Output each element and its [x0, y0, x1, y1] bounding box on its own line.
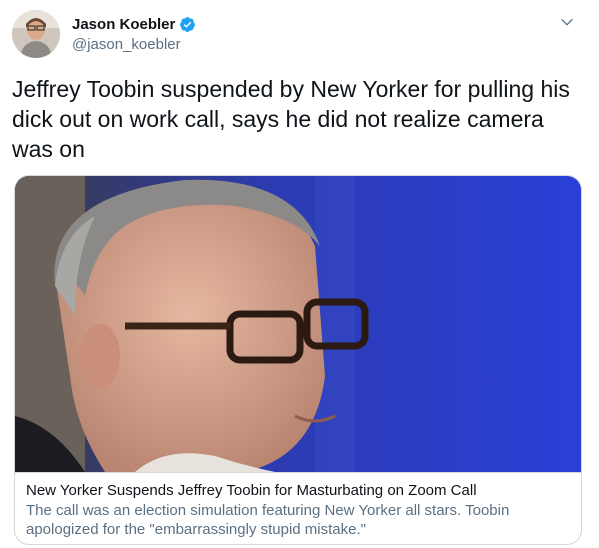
chevron-down-icon[interactable] — [559, 14, 575, 30]
card-title: New Yorker Suspends Jeffrey Toobin for M… — [26, 482, 477, 499]
verified-badge-icon — [180, 16, 196, 32]
tweet-header: Jason Koebler @jason_koebler — [12, 10, 587, 58]
avatar-photo — [12, 10, 60, 58]
link-card[interactable]: New Yorker Suspends Jeffrey Toobin for M… — [14, 175, 582, 545]
card-description: The call was an election simulation feat… — [26, 502, 510, 538]
tweet-text: Jeffrey Toobin suspended by New Yorker f… — [12, 76, 570, 162]
display-name-row: Jason Koebler — [72, 13, 196, 35]
author-display-name[interactable]: Jason Koebler — [72, 16, 175, 33]
author-names: Jason Koebler @jason_koebler — [72, 13, 196, 53]
article-photo — [15, 176, 581, 472]
card-image — [15, 176, 581, 472]
card-body: New Yorker Suspends Jeffrey Toobin for M… — [15, 472, 581, 544]
author-avatar[interactable] — [12, 10, 60, 58]
author-handle[interactable]: @jason_koebler — [72, 36, 196, 53]
tweet: Jason Koebler @jason_koebler Jeffrey Too… — [0, 0, 599, 548]
